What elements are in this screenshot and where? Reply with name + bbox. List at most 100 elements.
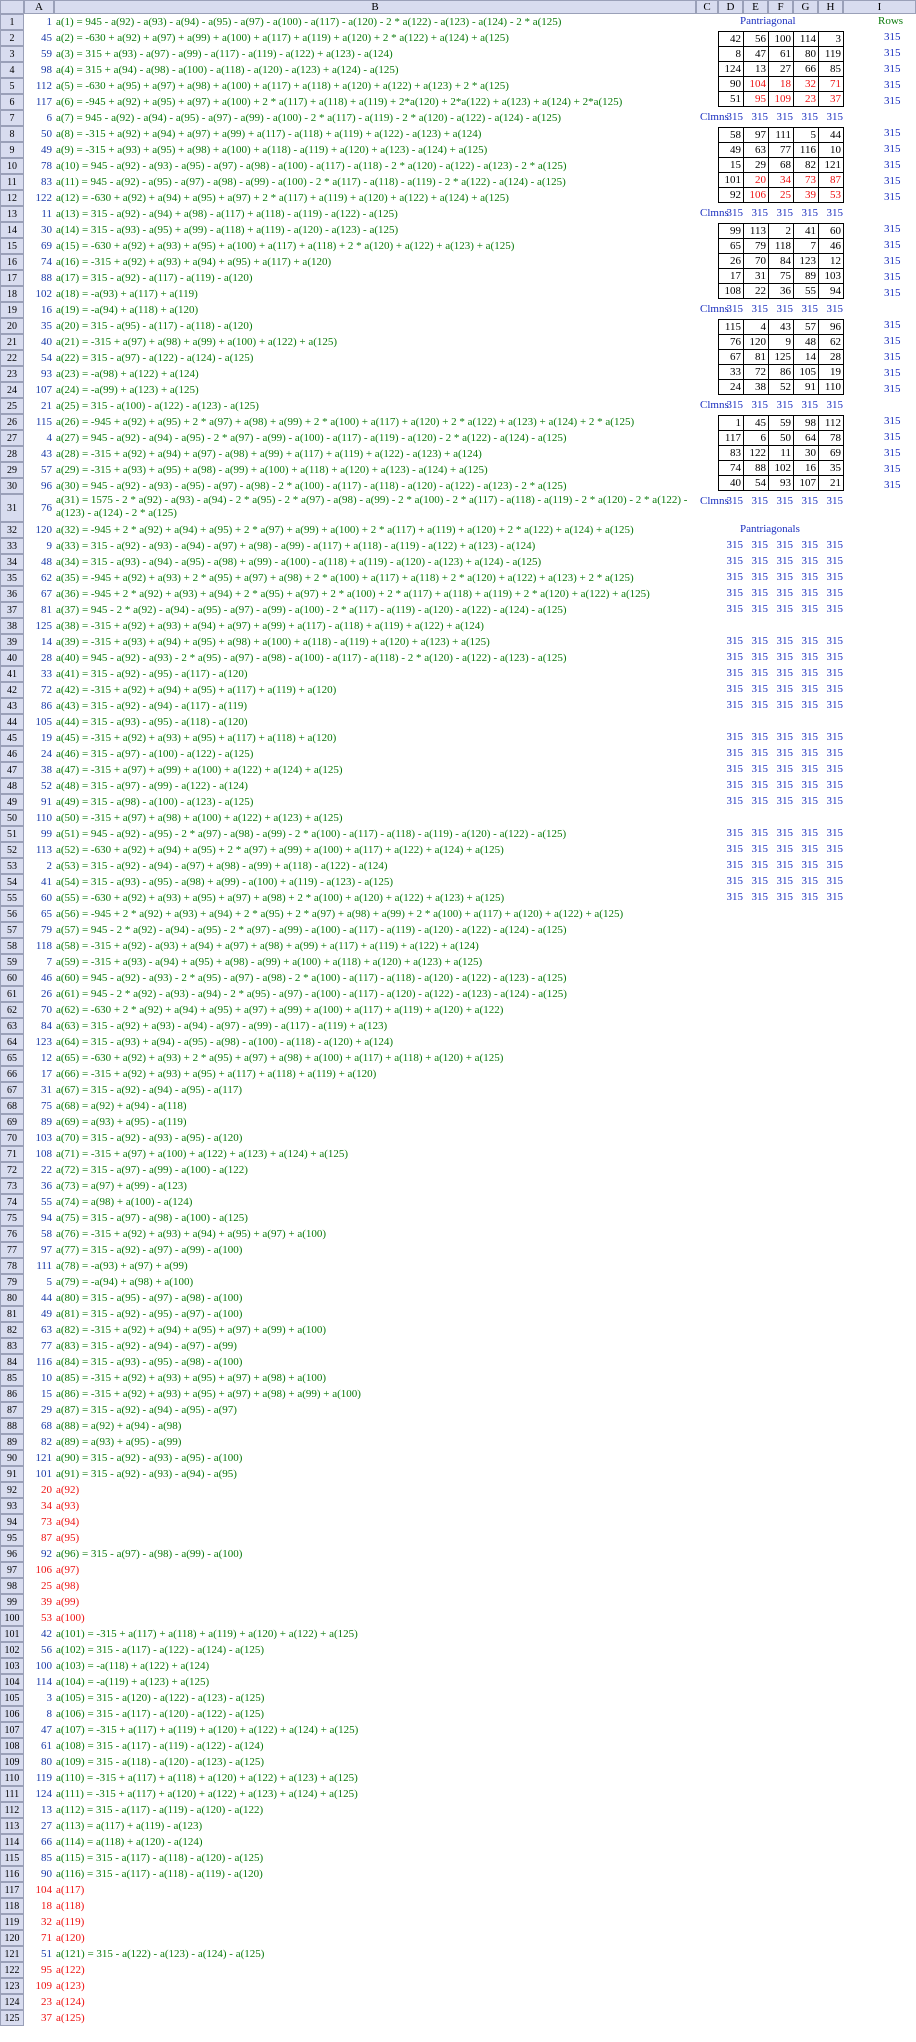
row-header[interactable]: 14 (0, 222, 24, 238)
cell-value[interactable]: 65 (24, 906, 54, 922)
cell-formula[interactable]: a(41) = 315 - a(92) - a(95) - a(117) - a… (56, 666, 696, 682)
row-header[interactable]: 64 (0, 1034, 24, 1050)
cell-formula[interactable]: a(22) = 315 - a(97) - a(122) - a(124) - … (56, 350, 696, 366)
square-cell[interactable]: 55 (793, 283, 819, 299)
cell-formula[interactable]: a(11) = 945 - a(92) - a(95) - a(97) - a(… (56, 174, 696, 190)
square-cell[interactable]: 53 (818, 187, 844, 203)
row-header[interactable]: 16 (0, 254, 24, 270)
cell-value[interactable]: 112 (24, 78, 54, 94)
cell-value[interactable]: 37 (24, 2010, 54, 2026)
cell-value[interactable]: 70 (24, 1002, 54, 1018)
cell-formula[interactable]: a(10) = 945 - a(92) - a(93) - a(95) - a(… (56, 158, 696, 174)
square-cell[interactable]: 95 (743, 91, 769, 107)
row-header[interactable]: 47 (0, 762, 24, 778)
column-header-h[interactable]: H (818, 0, 843, 14)
cell-formula[interactable]: a(76) = -315 + a(92) + a(93) + a(94) + a… (56, 1226, 696, 1242)
row-header[interactable]: 99 (0, 1594, 24, 1610)
square-cell[interactable]: 102 (768, 460, 794, 476)
row-header[interactable]: 107 (0, 1722, 24, 1738)
square-cell[interactable]: 58 (718, 127, 744, 143)
row-header[interactable]: 65 (0, 1050, 24, 1066)
square-cell[interactable]: 15 (718, 157, 744, 173)
cell-formula[interactable]: a(43) = 315 - a(92) - a(94) - a(117) - a… (56, 698, 696, 714)
cell-value[interactable]: 24 (24, 746, 54, 762)
row-header[interactable]: 82 (0, 1322, 24, 1338)
square-cell[interactable]: 86 (768, 364, 794, 380)
cell-value[interactable]: 21 (24, 398, 54, 414)
cell-value[interactable]: 16 (24, 302, 54, 318)
row-header[interactable]: 83 (0, 1338, 24, 1354)
row-header[interactable]: 26 (0, 414, 24, 430)
row-header[interactable]: 120 (0, 1930, 24, 1946)
row-header[interactable]: 12 (0, 190, 24, 206)
square-cell[interactable]: 110 (818, 379, 844, 395)
cell-value[interactable]: 48 (24, 554, 54, 570)
square-cell[interactable]: 83 (718, 445, 744, 461)
row-header[interactable]: 119 (0, 1914, 24, 1930)
cell-value[interactable]: 27 (24, 1818, 54, 1834)
cell-value[interactable]: 103 (24, 1130, 54, 1146)
cell-value[interactable]: 69 (24, 238, 54, 254)
row-header[interactable]: 10 (0, 158, 24, 174)
square-cell[interactable]: 112 (818, 415, 844, 431)
row-header[interactable]: 71 (0, 1146, 24, 1162)
column-header-b[interactable]: B (54, 0, 696, 14)
square-cell[interactable]: 119 (818, 46, 844, 62)
square-cell[interactable]: 84 (768, 253, 794, 269)
row-header[interactable]: 3 (0, 46, 24, 62)
cell-value[interactable]: 43 (24, 446, 54, 462)
cell-value[interactable]: 66 (24, 1834, 54, 1850)
square-cell[interactable]: 105 (793, 364, 819, 380)
row-header[interactable]: 45 (0, 730, 24, 746)
cell-value[interactable]: 84 (24, 1018, 54, 1034)
cell-formula[interactable]: a(117) (56, 1882, 696, 1898)
cell-formula[interactable]: a(37) = 945 - 2 * a(92) - a(94) - a(95) … (56, 602, 696, 618)
cell-value[interactable]: 86 (24, 698, 54, 714)
cell-formula[interactable]: a(30) = 945 - a(92) - a(93) - a(95) - a(… (56, 478, 696, 494)
square-cell[interactable]: 45 (743, 415, 769, 431)
cell-formula[interactable]: a(8) = -315 + a(92) + a(94) + a(97) + a(… (56, 126, 696, 142)
square-cell[interactable]: 68 (768, 157, 794, 173)
cell-value[interactable]: 68 (24, 1418, 54, 1434)
cell-formula[interactable]: a(118) (56, 1898, 696, 1914)
row-header[interactable]: 100 (0, 1610, 24, 1626)
cell-formula[interactable]: a(100) (56, 1610, 696, 1626)
cell-value[interactable]: 110 (24, 810, 54, 826)
square-cell[interactable]: 79 (743, 238, 769, 254)
row-header[interactable]: 79 (0, 1274, 24, 1290)
cell-value[interactable]: 7 (24, 954, 54, 970)
cell-formula[interactable]: a(92) (56, 1482, 696, 1498)
cell-formula[interactable]: a(90) = 315 - a(92) - a(93) - a(95) - a(… (56, 1450, 696, 1466)
square-cell[interactable]: 116 (793, 142, 819, 158)
row-header[interactable]: 105 (0, 1690, 24, 1706)
cell-value[interactable]: 20 (24, 1482, 54, 1498)
cell-formula[interactable]: a(46) = 315 - a(97) - a(100) - a(122) - … (56, 746, 696, 762)
row-header[interactable]: 75 (0, 1210, 24, 1226)
row-header[interactable]: 69 (0, 1114, 24, 1130)
square-cell[interactable]: 115 (718, 319, 744, 335)
row-header[interactable]: 76 (0, 1226, 24, 1242)
row-header[interactable]: 58 (0, 938, 24, 954)
row-header[interactable]: 113 (0, 1818, 24, 1834)
cell-formula[interactable]: a(79) = -a(94) + a(98) + a(100) (56, 1274, 696, 1290)
row-header[interactable]: 2 (0, 30, 24, 46)
square-cell[interactable]: 76 (718, 334, 744, 350)
cell-formula[interactable]: a(61) = 945 - 2 * a(92) - a(93) - a(94) … (56, 986, 696, 1002)
cell-value[interactable]: 49 (24, 1306, 54, 1322)
square-cell[interactable]: 3 (818, 31, 844, 47)
square-cell[interactable]: 57 (793, 319, 819, 335)
square-cell[interactable]: 117 (718, 430, 744, 446)
row-header[interactable]: 20 (0, 318, 24, 334)
cell-value[interactable]: 117 (24, 94, 54, 110)
row-header[interactable]: 88 (0, 1418, 24, 1434)
cell-formula[interactable]: a(84) = 315 - a(93) - a(95) - a(98) - a(… (56, 1354, 696, 1370)
select-all-corner[interactable] (0, 0, 24, 14)
cell-formula[interactable]: a(39) = -315 + a(93) + a(94) + a(95) + a… (56, 634, 696, 650)
cell-formula[interactable]: a(17) = 315 - a(92) - a(117) - a(119) - … (56, 270, 696, 286)
cell-formula[interactable]: a(95) (56, 1530, 696, 1546)
cell-value[interactable]: 44 (24, 1290, 54, 1306)
cell-formula[interactable]: a(48) = 315 - a(97) - a(99) - a(122) - a… (56, 778, 696, 794)
cell-value[interactable]: 80 (24, 1754, 54, 1770)
row-header[interactable]: 68 (0, 1098, 24, 1114)
row-header[interactable]: 101 (0, 1626, 24, 1642)
